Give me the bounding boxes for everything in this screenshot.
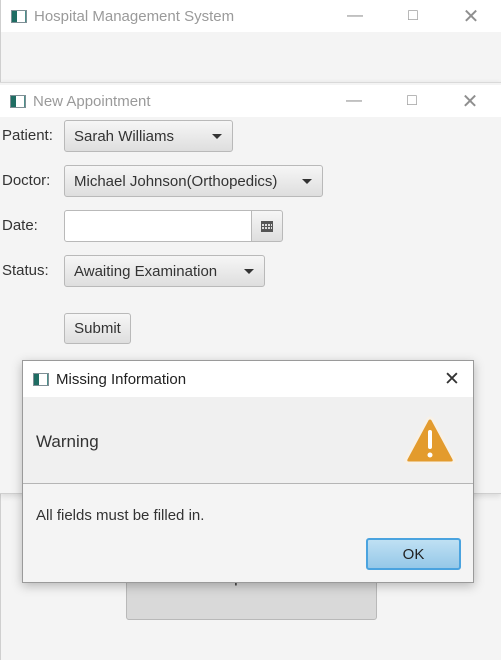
status-label: Status: [2, 262, 49, 279]
close-icon[interactable]: ✕ [448, 0, 494, 32]
submit-button[interactable]: Submit [64, 313, 131, 344]
close-icon[interactable]: ✕ [437, 361, 467, 397]
minimize-icon[interactable]: — [332, 0, 378, 32]
doctor-label: Doctor: [2, 172, 51, 189]
calendar-icon [261, 220, 273, 232]
app-icon [10, 94, 26, 108]
patient-combo-value: Sarah Williams [74, 127, 175, 145]
missing-information-dialog: Missing Information ✕ Warning All fields… [22, 360, 474, 583]
appointment-window-title: New Appointment [33, 92, 151, 110]
main-window-title: Hospital Management System [34, 7, 235, 25]
dialog-message: All fields must be filled in. [36, 507, 205, 524]
maximize-icon[interactable]: □ [389, 85, 435, 117]
patient-combo[interactable]: Sarah Williams [64, 120, 233, 152]
date-input[interactable] [64, 210, 252, 242]
doctor-combo-value: Michael Johnson(Orthopedics) [74, 172, 278, 190]
chevron-down-icon [244, 269, 254, 274]
submit-button-label: Submit [74, 320, 121, 337]
status-combo[interactable]: Awaiting Examination [64, 255, 265, 287]
chevron-down-icon [302, 179, 312, 184]
chevron-down-icon [212, 134, 222, 139]
dialog-header: Warning [23, 397, 473, 484]
patient-label: Patient: [2, 127, 53, 144]
close-icon[interactable]: ✕ [447, 85, 493, 117]
dialog-header-text: Warning [36, 432, 99, 451]
date-picker-button[interactable] [251, 210, 283, 242]
ok-button-label: OK [402, 545, 425, 563]
warning-icon [404, 416, 456, 465]
app-icon [33, 372, 49, 386]
ok-button[interactable]: OK [366, 538, 461, 570]
dialog-title-bar[interactable]: Missing Information [23, 361, 473, 397]
maximize-icon[interactable]: □ [390, 0, 436, 32]
app-icon [11, 9, 27, 23]
dialog-title: Missing Information [56, 370, 187, 388]
doctor-combo[interactable]: Michael Johnson(Orthopedics) [64, 165, 323, 197]
minimize-icon[interactable]: — [331, 85, 377, 117]
date-label: Date: [2, 217, 38, 234]
status-combo-value: Awaiting Examination [74, 262, 218, 280]
